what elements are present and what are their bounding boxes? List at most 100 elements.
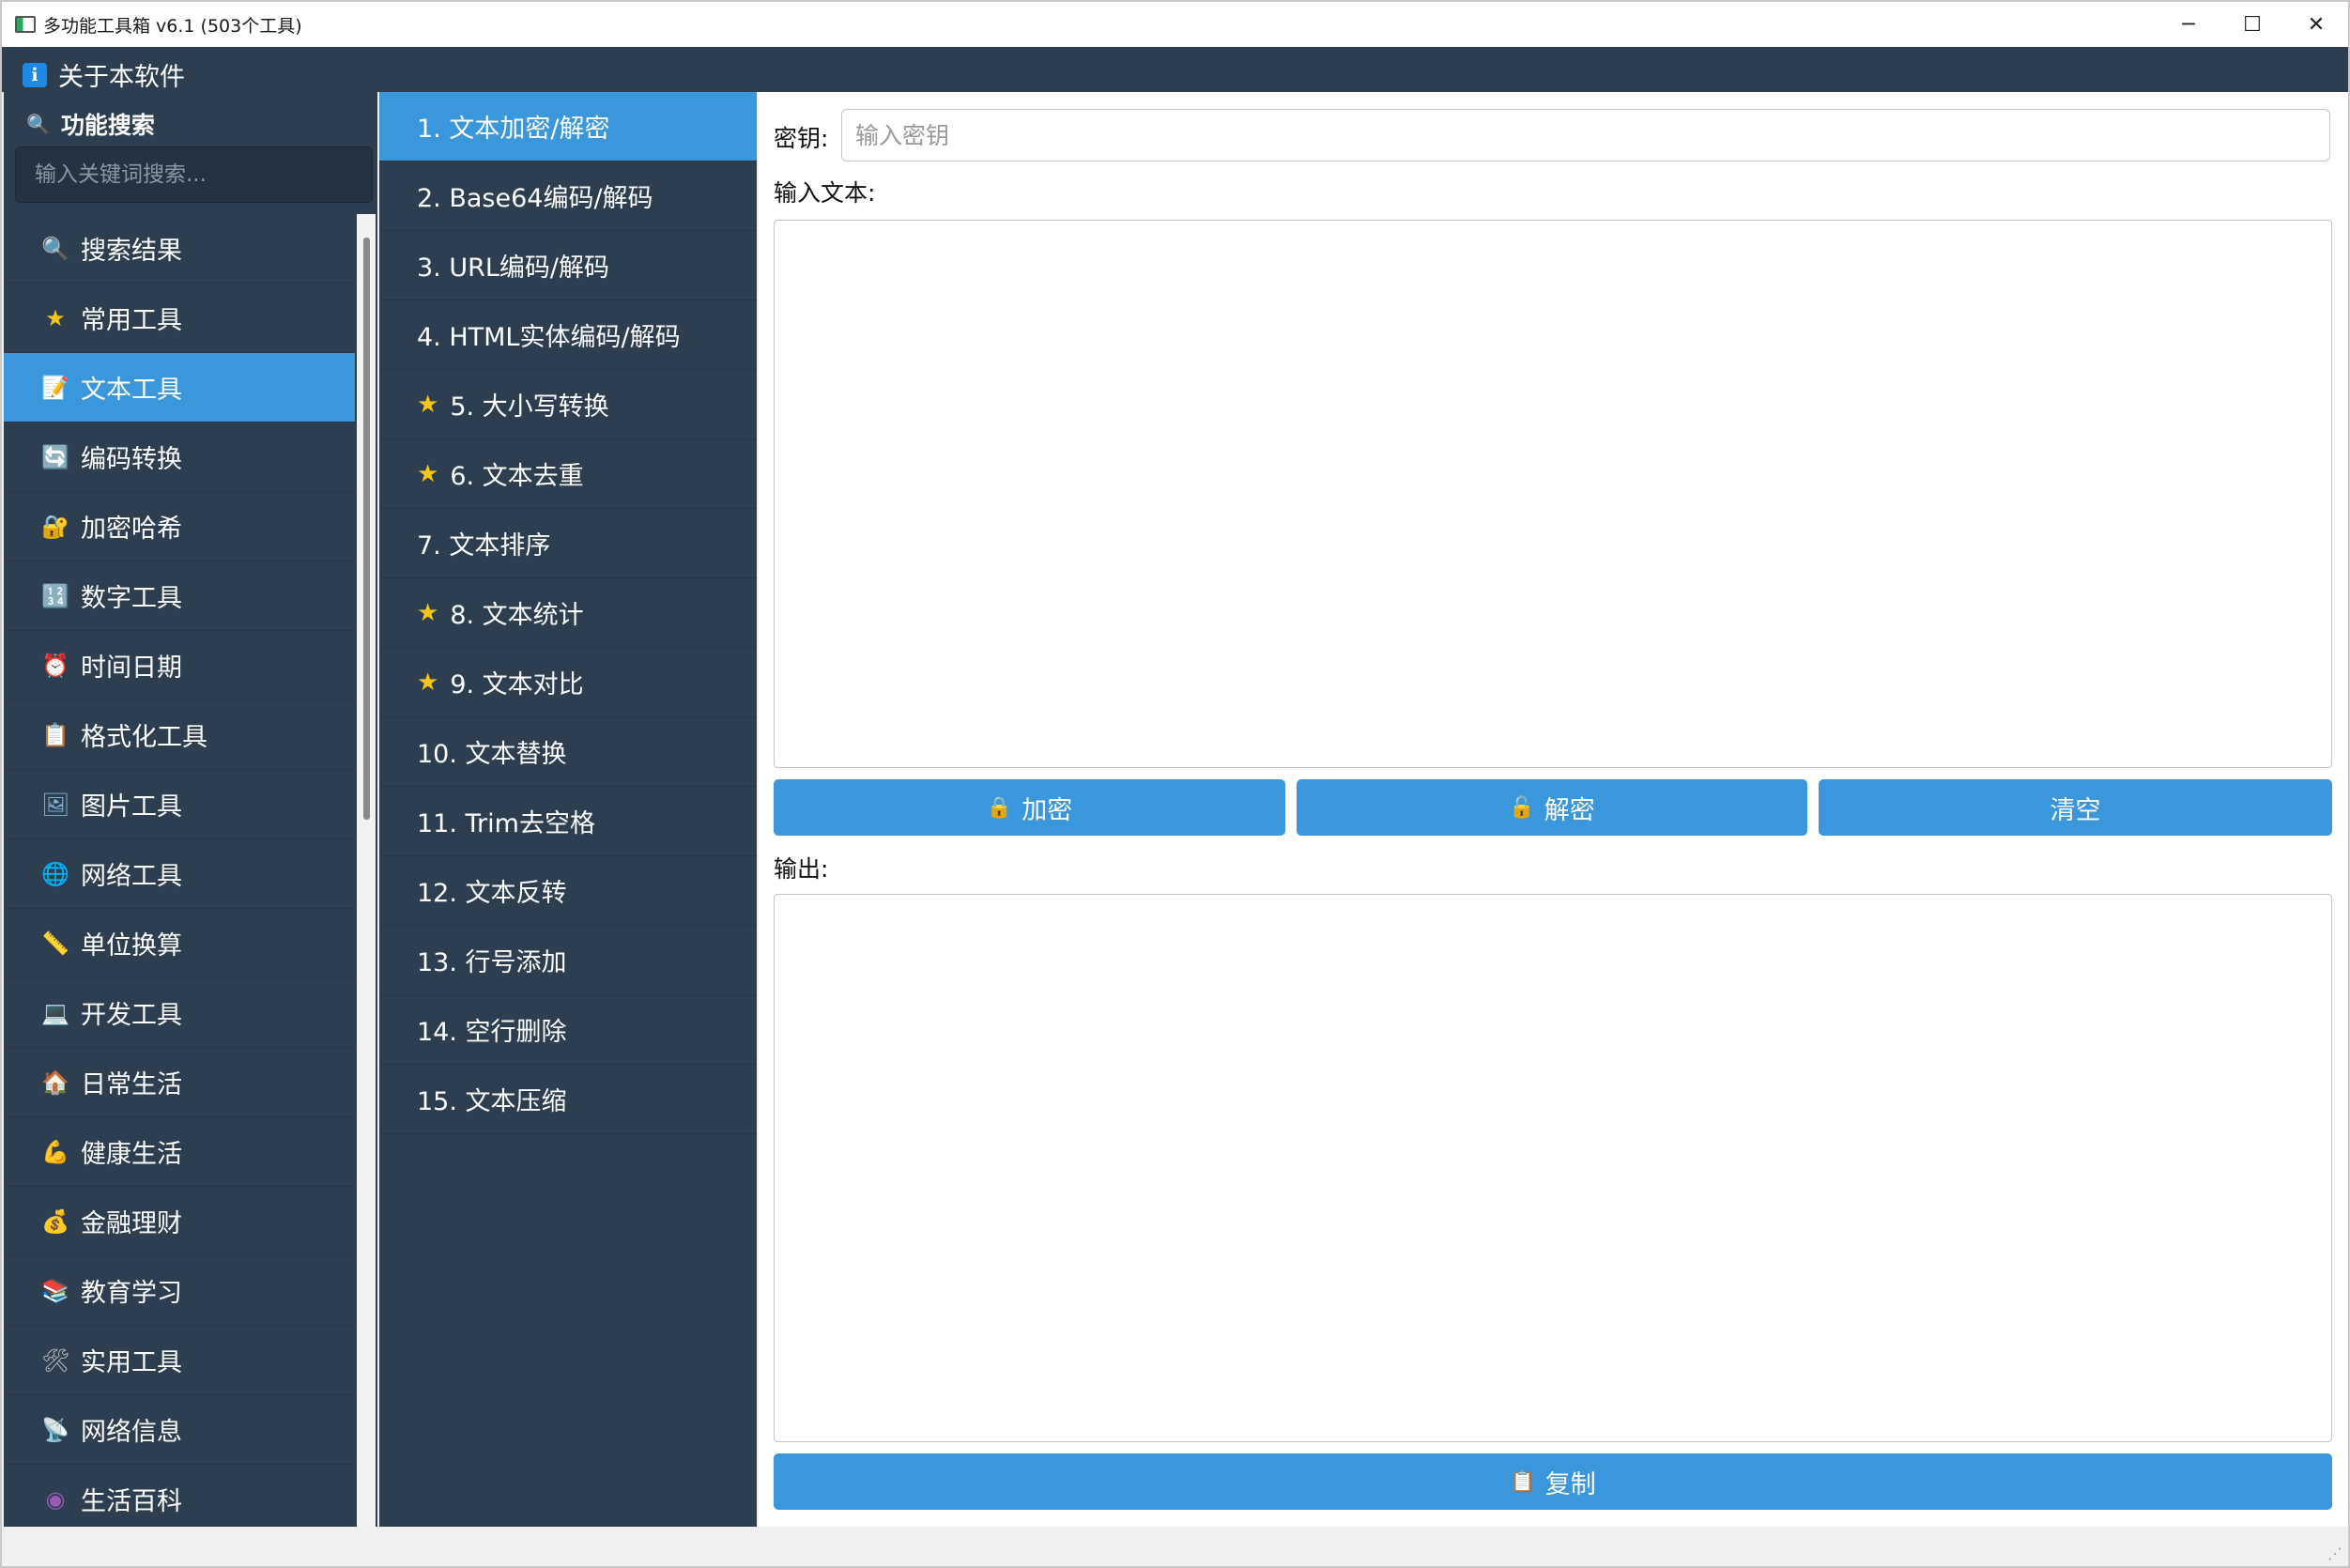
sidebar-category-label: 实用工具 (81, 1348, 182, 1377)
sidebar-category-label: 时间日期 (81, 653, 182, 683)
sidebar-category-label: 图片工具 (81, 792, 182, 822)
resize-grip-icon[interactable]: ⋰ (2327, 1545, 2342, 1562)
decrypt-label: 解密 (1544, 795, 1595, 825)
sidebar-category-item[interactable]: 🔢 数字工具 (4, 561, 355, 631)
lock-icon: 🔐 (41, 513, 69, 540)
scrollbar-thumb[interactable] (363, 238, 370, 820)
sidebar-category-item[interactable]: 🔄 编码转换 (4, 423, 355, 492)
sidebar-category-item[interactable]: 🏠 日常生活 (4, 1048, 355, 1117)
star-icon: ★ (45, 304, 66, 331)
sidebar-category-item[interactable]: 🔐 加密哈希 (4, 492, 355, 561)
input-text-label: 输入文本: (774, 179, 876, 207)
minimize-button[interactable]: ─ (2157, 2, 2220, 47)
books-icon: 📚 (41, 1277, 69, 1304)
encrypt-label: 加密 (1021, 795, 1073, 825)
maximize-button[interactable]: ☐ (2220, 2, 2284, 47)
key-label: 密钥: (774, 125, 829, 152)
sidebar-category-item[interactable]: 🔍 搜索结果 (4, 214, 355, 284)
globe-icon: 🌐 (41, 860, 69, 887)
title-bar: 多功能工具箱 v6.1 (503个工具) ─ ☐ ✕ (2, 2, 2348, 47)
sidebar-category-label: 网络工具 (81, 862, 182, 891)
tool-list-item[interactable]: ★ 8. 文本统计 (379, 578, 757, 648)
clear-button[interactable]: 清空 (1819, 779, 2332, 836)
tool-list-label: 10. 文本替换 (417, 740, 567, 769)
tool-list-label: 2. Base64编码/解码 (417, 184, 653, 213)
sidebar-category-item[interactable]: ⏰ 时间日期 (4, 631, 355, 700)
tool-list-item[interactable]: 3. URL编码/解码 (379, 231, 757, 300)
tool-list: 1. 文本加密/解密 2. Base64编码/解码 3. URL编码/解码 4. HT… (379, 92, 757, 1527)
sidebar-category-item[interactable]: 🖼 图片工具 (4, 770, 355, 839)
sidebar-category-label: 数字工具 (81, 584, 182, 613)
decrypt-button[interactable]: 🔓 解密 (1297, 779, 1807, 836)
sidebar-category-item[interactable]: 🌐 网络工具 (4, 839, 355, 909)
about-software-link[interactable]: i 关于本软件 (23, 56, 185, 93)
lock-icon: 🔒 (986, 795, 1013, 820)
sidebar-category-label: 日常生活 (81, 1070, 182, 1099)
tool-list-label: 9. 文本对比 (450, 670, 584, 699)
refresh-icon: 🔄 (41, 443, 69, 470)
sidebar-category-item[interactable]: 📏 单位换算 (4, 909, 355, 978)
sidebar-category-label: 开发工具 (81, 1001, 182, 1030)
magnifier-icon: 🔍 (26, 113, 50, 135)
sidebar-category-label: 单位换算 (81, 931, 182, 961)
search-heading: 🔍 功能搜索 (26, 107, 155, 141)
tool-list-label: 1. 文本加密/解密 (417, 115, 610, 144)
close-button[interactable]: ✕ (2284, 2, 2348, 47)
tool-list-item[interactable]: 14. 空行删除 (379, 995, 757, 1065)
app-icon (15, 16, 36, 33)
tool-list-item[interactable]: 7. 文本排序 (379, 509, 757, 578)
tool-list-item[interactable]: ★ 6. 文本去重 (379, 439, 757, 509)
tool-list-item[interactable]: ★ 9. 文本对比 (379, 648, 757, 717)
clipboard-icon: 📋 (1510, 1469, 1536, 1494)
memo-icon: 📝 (41, 374, 69, 401)
sidebar-category-item[interactable]: 💻 开发工具 (4, 978, 355, 1048)
magnifier-icon: 🔍 (41, 235, 69, 262)
tool-list-label: 6. 文本去重 (450, 462, 584, 491)
tool-list-item[interactable]: 11. Trim去空格 (379, 787, 757, 856)
tool-list-item[interactable]: ★ 5. 大小写转换 (379, 370, 757, 439)
category-list: 🔍 搜索结果 ★ 常用工具 📝 文本工具 🔄 编码转换 🔐 加密哈希 🔢 数字工具 ⏰ 时间日期 📋 格式化工… (4, 214, 355, 1534)
star-icon: ★ (417, 668, 439, 697)
tool-list-item[interactable]: 1. 文本加密/解密 (379, 92, 757, 161)
output-label: 输出: (774, 855, 829, 883)
sidebar: i 关于本软件 🔍 功能搜索 🔍 搜索结果 ★ 常用工具 📝 文本工具 🔄 编码转换 🔐 加密哈希… (4, 47, 377, 1534)
sidebar-category-item[interactable]: 📝 文本工具 (4, 353, 355, 423)
disc-icon: ◉ (45, 1485, 66, 1513)
sidebar-category-label: 加密哈希 (81, 515, 182, 544)
tool-list-item[interactable]: 15. 文本压缩 (379, 1065, 757, 1134)
picture-icon: 🖼 (41, 791, 70, 818)
sidebar-category-item[interactable]: 📋 格式化工具 (4, 700, 355, 770)
tool-list-item[interactable]: 13. 行号添加 (379, 926, 757, 995)
tool-list-label: 4. HTML实体编码/解码 (417, 323, 681, 352)
copy-label: 复制 (1544, 1469, 1596, 1499)
sidebar-category-item[interactable]: 💰 金融理财 (4, 1187, 355, 1256)
tool-list-label: 11. Trim去空格 (417, 809, 595, 838)
ruler-icon: 📏 (41, 930, 69, 957)
sidebar-category-item[interactable]: 📡 网络信息 (4, 1395, 355, 1465)
sidebar-category-item[interactable]: ◉ 生活百科 (4, 1465, 355, 1534)
key-input[interactable] (841, 109, 2330, 161)
alarm-clock-icon: ⏰ (41, 652, 69, 679)
tool-list-item[interactable]: 10. 文本替换 (379, 717, 757, 787)
category-scrollbar[interactable] (357, 214, 376, 1527)
info-icon: i (23, 62, 47, 87)
tool-list-item[interactable]: 12. 文本反转 (379, 856, 757, 926)
app-window: 多功能工具箱 v6.1 (503个工具) ─ ☐ ✕ i 关于本软件 🔍 功能搜… (0, 0, 2350, 1568)
copy-button[interactable]: 📋 复制 (774, 1453, 2332, 1510)
star-icon: ★ (417, 390, 439, 419)
sidebar-category-item[interactable]: 🛠 实用工具 (4, 1326, 355, 1395)
search-input[interactable] (15, 146, 373, 203)
sidebar-category-item[interactable]: ★ 常用工具 (4, 284, 355, 353)
sidebar-category-label: 格式化工具 (81, 723, 207, 752)
encrypt-button[interactable]: 🔒 加密 (774, 779, 1285, 836)
money-bag-icon: 💰 (41, 1207, 69, 1235)
output-textarea[interactable] (774, 894, 2332, 1442)
tool-list-item[interactable]: 4. HTML实体编码/解码 (379, 300, 757, 370)
status-bar: ⋰ (2, 1527, 2348, 1566)
tool-list-label: 14. 空行删除 (417, 1018, 567, 1047)
sidebar-category-item[interactable]: 💪 健康生活 (4, 1117, 355, 1187)
tool-list-item[interactable]: 2. Base64编码/解码 (379, 161, 757, 231)
sidebar-category-item[interactable]: 📚 教育学习 (4, 1256, 355, 1326)
input-textarea[interactable] (774, 220, 2332, 768)
flexed-biceps-icon: 💪 (41, 1138, 69, 1165)
